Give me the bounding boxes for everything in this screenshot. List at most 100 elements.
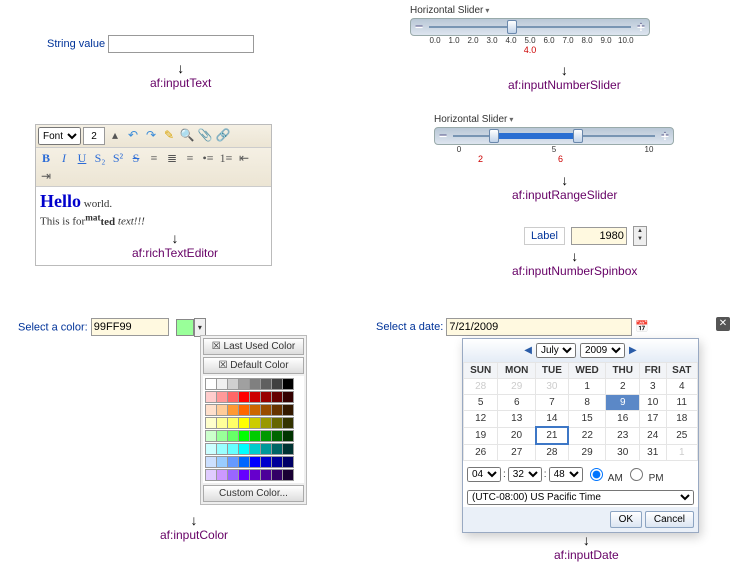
close-icon[interactable]: ✕	[716, 317, 730, 331]
year-select[interactable]: 2009	[580, 343, 625, 358]
calendar-day[interactable]: 29	[568, 444, 606, 461]
slider-thumb-high[interactable]	[573, 129, 583, 143]
indent-icon[interactable]: ⇥	[38, 168, 54, 184]
calendar-day[interactable]: 26	[464, 444, 498, 461]
calendar-day[interactable]: 17	[639, 411, 666, 428]
calendar-day[interactable]: 12	[464, 411, 498, 428]
month-select[interactable]: July	[536, 343, 576, 358]
highlight-icon[interactable]: ✎	[161, 127, 177, 143]
align-right-icon[interactable]: ≡	[182, 150, 198, 166]
calendar-day[interactable]: 21	[536, 427, 569, 444]
calendar-day[interactable]: 25	[666, 427, 698, 444]
date-input[interactable]	[446, 318, 632, 336]
color-swatch-cell[interactable]	[282, 430, 294, 442]
calendar-day[interactable]: 16	[606, 411, 639, 428]
color-input[interactable]	[91, 318, 169, 336]
align-center-icon[interactable]: ≣	[164, 150, 180, 166]
calendar-day[interactable]: 13	[498, 411, 536, 428]
search-icon[interactable]: 🔍	[179, 127, 195, 143]
color-swatch-cell[interactable]	[282, 469, 294, 481]
next-month-icon[interactable]: ▶	[629, 345, 637, 356]
default-color-button[interactable]: ☒ Default Color	[203, 357, 304, 374]
calendar-day[interactable]: 31	[639, 444, 666, 461]
calendar-day[interactable]: 10	[639, 395, 666, 411]
undo-icon[interactable]: ↶	[125, 127, 141, 143]
link-icon[interactable]: 🔗	[215, 127, 231, 143]
calendar-day[interactable]: 2	[606, 379, 639, 395]
slider-thumb[interactable]	[507, 20, 517, 34]
align-left-icon[interactable]: ≡	[146, 150, 162, 166]
arrow-up-icon[interactable]: ▲	[634, 227, 646, 235]
input-text-field[interactable]	[108, 35, 254, 53]
numbered-icon[interactable]: 1≡	[218, 150, 234, 166]
calendar-day[interactable]: 4	[666, 379, 698, 395]
fontsize-input[interactable]	[83, 127, 105, 145]
italic-icon[interactable]: I	[56, 150, 72, 166]
calendar-day[interactable]: 9	[606, 395, 639, 411]
custom-color-button[interactable]: Custom Color...	[203, 485, 304, 502]
calendar-day[interactable]: 29	[498, 379, 536, 395]
strike-icon[interactable]: S	[128, 150, 144, 166]
calendar-day[interactable]: 7	[536, 395, 569, 411]
collapse-icon[interactable]: ▾	[509, 115, 513, 124]
prev-month-icon[interactable]: ◀	[524, 345, 532, 356]
calendar-day[interactable]: 24	[639, 427, 666, 444]
hour-select[interactable]: 04	[467, 467, 501, 482]
calendar-day[interactable]: 15	[568, 411, 606, 428]
ok-button[interactable]: OK	[610, 511, 642, 528]
range-slider-track[interactable]: − +	[434, 127, 674, 145]
minute-select[interactable]: 32	[508, 467, 542, 482]
color-swatch-cell[interactable]	[282, 456, 294, 468]
fontsize-up-icon[interactable]: ▴	[107, 127, 123, 143]
calendar-day[interactable]: 3	[639, 379, 666, 395]
subscript-icon[interactable]: S₂	[92, 150, 108, 166]
calendar-day[interactable]: 1	[666, 444, 698, 461]
calendar-day[interactable]: 28	[536, 444, 569, 461]
am-radio[interactable]: AM	[585, 465, 623, 484]
spinbox-stepper[interactable]: ▲▼	[633, 226, 647, 246]
color-swatch-cell[interactable]	[282, 378, 294, 390]
last-used-color-button[interactable]: ☒ Last Used Color	[203, 338, 304, 355]
calendar-icon[interactable]: 📅	[635, 320, 649, 334]
underline-icon[interactable]: U	[74, 150, 90, 166]
color-swatch-cell[interactable]	[282, 417, 294, 429]
minus-icon[interactable]: −	[415, 22, 423, 32]
timezone-select[interactable]: (UTC-08:00) US Pacific Time	[467, 490, 694, 505]
second-select[interactable]: 48	[549, 467, 583, 482]
bold-icon[interactable]: B	[38, 150, 54, 166]
bullets-icon[interactable]: •≡	[200, 150, 216, 166]
arrow-down-icon[interactable]: ▼	[634, 235, 646, 243]
spinbox-input[interactable]	[571, 227, 627, 245]
color-swatch-cell[interactable]	[282, 404, 294, 416]
pm-radio[interactable]: PM	[625, 465, 664, 484]
calendar-day[interactable]: 22	[568, 427, 606, 444]
calendar-day[interactable]: 30	[536, 379, 569, 395]
calendar-day[interactable]: 18	[666, 411, 698, 428]
attach-icon[interactable]: 📎	[197, 127, 213, 143]
calendar-day[interactable]: 19	[464, 427, 498, 444]
minus-icon[interactable]: −	[439, 131, 447, 141]
redo-icon[interactable]: ↷	[143, 127, 159, 143]
plus-icon[interactable]: +	[637, 22, 645, 32]
outdent-icon[interactable]: ⇤	[236, 150, 252, 166]
font-select[interactable]: Font	[38, 127, 81, 145]
slider-track[interactable]: − +	[410, 18, 650, 36]
calendar-day[interactable]: 8	[568, 395, 606, 411]
calendar-day[interactable]: 1	[568, 379, 606, 395]
collapse-icon[interactable]: ▾	[485, 6, 489, 15]
calendar-day[interactable]: 28	[464, 379, 498, 395]
calendar-day[interactable]: 5	[464, 395, 498, 411]
calendar-day[interactable]: 27	[498, 444, 536, 461]
calendar-day[interactable]: 23	[606, 427, 639, 444]
calendar-day[interactable]: 6	[498, 395, 536, 411]
calendar-day[interactable]: 30	[606, 444, 639, 461]
calendar-day[interactable]: 11	[666, 395, 698, 411]
cancel-button[interactable]: Cancel	[645, 511, 694, 528]
color-swatch-cell[interactable]	[282, 391, 294, 403]
superscript-icon[interactable]: S²	[110, 150, 126, 166]
calendar-day[interactable]: 20	[498, 427, 536, 444]
slider-thumb-low[interactable]	[489, 129, 499, 143]
color-swatch-cell[interactable]	[282, 443, 294, 455]
calendar-day[interactable]: 14	[536, 411, 569, 428]
plus-icon[interactable]: +	[661, 131, 669, 141]
